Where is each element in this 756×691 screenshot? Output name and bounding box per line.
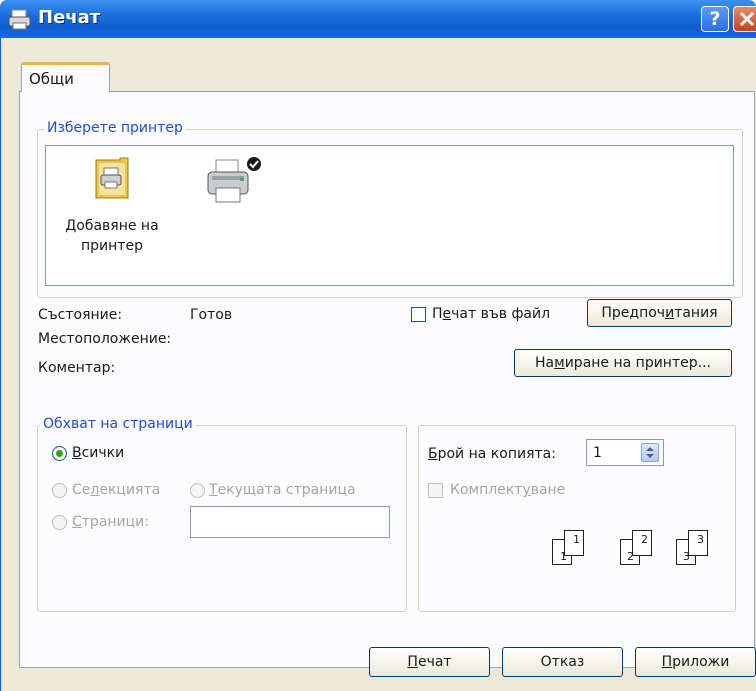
- printer-group-legend: Изберете принтер: [44, 120, 186, 136]
- title-bar: Печат ?: [0, 0, 756, 38]
- radio-pages-mnemonic: С: [72, 514, 82, 530]
- find-printer-mnemonic: м: [554, 355, 565, 371]
- print-to-file-checkbox[interactable]: [411, 307, 426, 322]
- print-to-file-label-post: чат във файл: [451, 306, 551, 322]
- close-icon: [739, 11, 755, 27]
- printer-list[interactable]: Добавяне на принтер: [45, 145, 734, 286]
- print-to-file-mnemonic: е: [442, 306, 452, 322]
- page-range-legend: Обхват на страници: [40, 416, 196, 432]
- radio-current-page-mnemonic: Т: [209, 482, 218, 498]
- status-value: Готов: [190, 307, 233, 323]
- close-button[interactable]: [733, 6, 756, 32]
- add-printer-item[interactable]: Добавяне на принтер: [52, 156, 172, 266]
- print-to-file-label-pre: П: [432, 306, 443, 322]
- collate-label-pre: Комплект: [450, 482, 523, 498]
- collate-label[interactable]: Комплектуване: [450, 482, 565, 498]
- pages-input[interactable]: [190, 506, 390, 538]
- print-button-label-post: ечат: [417, 654, 452, 670]
- radio-all-mnemonic: В: [72, 445, 82, 461]
- print-button-mnemonic: П: [407, 654, 418, 670]
- comment-label: Коментар:: [38, 360, 116, 376]
- copies-value: 1: [593, 445, 602, 461]
- status-label: Състояние:: [38, 307, 123, 323]
- find-printer-label-post: иране на принтер...: [564, 355, 711, 371]
- collate-checkbox[interactable]: [428, 483, 443, 498]
- copies-label-mnemonic: Б: [428, 446, 438, 462]
- apply-button-mnemonic: П: [661, 654, 673, 670]
- printer-icon: [8, 9, 31, 30]
- apply-button-label-post: риложи: [672, 654, 730, 670]
- radio-pages-label[interactable]: Страници:: [72, 514, 149, 530]
- radio-all-label-post: сички: [81, 445, 125, 461]
- radio-pages-label-post: траници:: [81, 514, 149, 530]
- collate-page-number: 3: [697, 533, 704, 546]
- radio-all-label[interactable]: Всички: [72, 445, 124, 461]
- radio-all[interactable]: [52, 446, 67, 461]
- radio-selection[interactable]: [52, 483, 67, 498]
- location-label: Местоположение:: [38, 331, 172, 347]
- collate-page-number: 1: [573, 533, 580, 546]
- radio-selected-dot: [56, 450, 63, 457]
- collate-illustration: 1 1 2 2 3 3: [552, 528, 722, 568]
- copies-spin-buttons[interactable]: [641, 443, 659, 462]
- collate-page-number: 2: [641, 533, 648, 546]
- radio-selection-label-pre: Се: [72, 482, 91, 498]
- add-printer-icon: [95, 157, 129, 199]
- copies-label: Брой на копията:: [428, 446, 556, 462]
- radio-current-page-label-post: екущата страница: [217, 482, 356, 498]
- spin-up-down-icon: [646, 447, 654, 458]
- find-printer-label-pre: На: [535, 355, 555, 371]
- preferences-label-post: тания: [674, 305, 718, 321]
- add-printer-label-line1: Добавяне на: [65, 218, 159, 234]
- collate-page: 1: [564, 530, 584, 556]
- cancel-button[interactable]: Отказ: [502, 647, 623, 677]
- collate-page: 2: [632, 530, 652, 556]
- copies-label-post: рой на копията:: [437, 446, 556, 462]
- collate-mnemonic: у: [522, 482, 531, 498]
- help-button[interactable]: ?: [701, 6, 729, 32]
- preferences-label-pre: Предпоч: [601, 305, 666, 321]
- print-to-file-label[interactable]: Печат във файл: [432, 306, 550, 322]
- radio-selection-mnemonic: л: [90, 482, 100, 498]
- tab-general[interactable]: Общи: [21, 62, 110, 92]
- preferences-mnemonic: и: [665, 305, 675, 321]
- default-printer-item[interactable]: [204, 154, 274, 214]
- radio-selection-label-post: екцията: [99, 482, 161, 498]
- cancel-button-label: Отказ: [540, 654, 585, 670]
- radio-current-page[interactable]: [190, 483, 205, 498]
- add-printer-label-line2: принтер: [81, 238, 143, 254]
- find-printer-button[interactable]: Намиране на принтер...: [514, 349, 732, 377]
- window-title: Печат: [38, 7, 101, 28]
- collate-page: 3: [688, 530, 708, 556]
- print-button[interactable]: Печат: [369, 647, 490, 677]
- radio-current-page-label[interactable]: Текущата страница: [209, 482, 356, 498]
- radio-selection-label[interactable]: Селекцията: [72, 482, 160, 498]
- radio-pages[interactable]: [52, 515, 67, 530]
- preferences-button[interactable]: Предпочитания: [587, 299, 732, 327]
- collate-label-post: ване: [530, 482, 566, 498]
- printer-icon: [207, 157, 261, 203]
- copies-spinbox[interactable]: 1: [586, 439, 664, 466]
- apply-button[interactable]: Приложи: [635, 647, 756, 677]
